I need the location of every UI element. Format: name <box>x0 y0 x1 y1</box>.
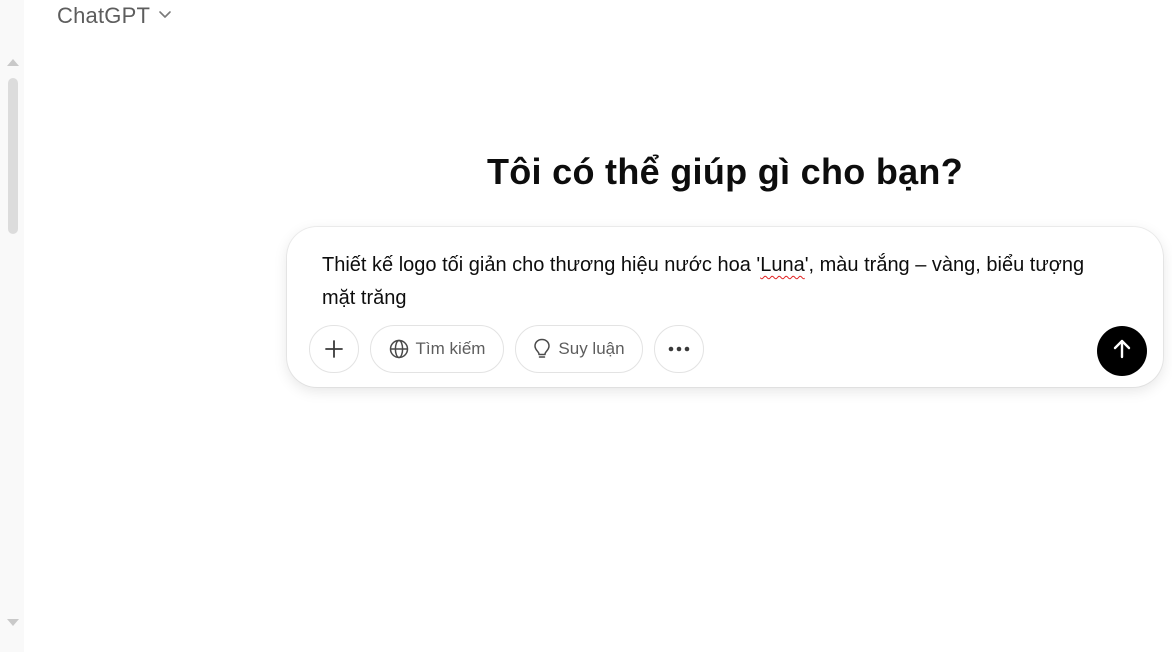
page-title: Tôi có thể giúp gì cho bạn? <box>486 151 964 192</box>
chatgpt-page: ChatGPT Tôi có thể giúp gì cho bạn? Thiế… <box>0 0 1172 652</box>
ellipsis-icon <box>668 346 690 352</box>
search-button[interactable]: Tìm kiếm <box>370 325 504 373</box>
reason-button[interactable]: Suy luận <box>515 325 643 373</box>
plus-icon <box>324 339 344 359</box>
vertical-scrollbar[interactable] <box>0 0 24 652</box>
globe-icon <box>389 339 409 359</box>
lightbulb-icon <box>533 338 551 360</box>
model-name: ChatGPT <box>57 3 151 28</box>
model-selector[interactable]: ChatGPT <box>57 2 172 30</box>
scroll-down-arrow-icon[interactable] <box>7 619 19 626</box>
send-button[interactable] <box>1097 326 1147 376</box>
scroll-up-arrow-icon[interactable] <box>7 59 19 66</box>
more-options-button[interactable] <box>654 325 704 373</box>
scrollbar-thumb[interactable] <box>8 78 18 234</box>
search-button-label: Tìm kiếm <box>415 339 486 358</box>
prompt-text-start: Thiết kế logo tối giản cho thương hiệu n… <box>322 254 761 276</box>
prompt-input[interactable]: Thiết kế logo tối giản cho thương hiệu n… <box>322 249 1112 315</box>
chevron-down-icon <box>158 7 172 26</box>
spellcheck-flagged-word: Luna <box>760 254 805 276</box>
reason-button-label: Suy luận <box>558 339 625 358</box>
arrow-up-icon <box>1111 338 1133 365</box>
attach-button[interactable] <box>309 325 359 373</box>
composer: Thiết kế logo tối giản cho thương hiệu n… <box>287 227 1163 387</box>
